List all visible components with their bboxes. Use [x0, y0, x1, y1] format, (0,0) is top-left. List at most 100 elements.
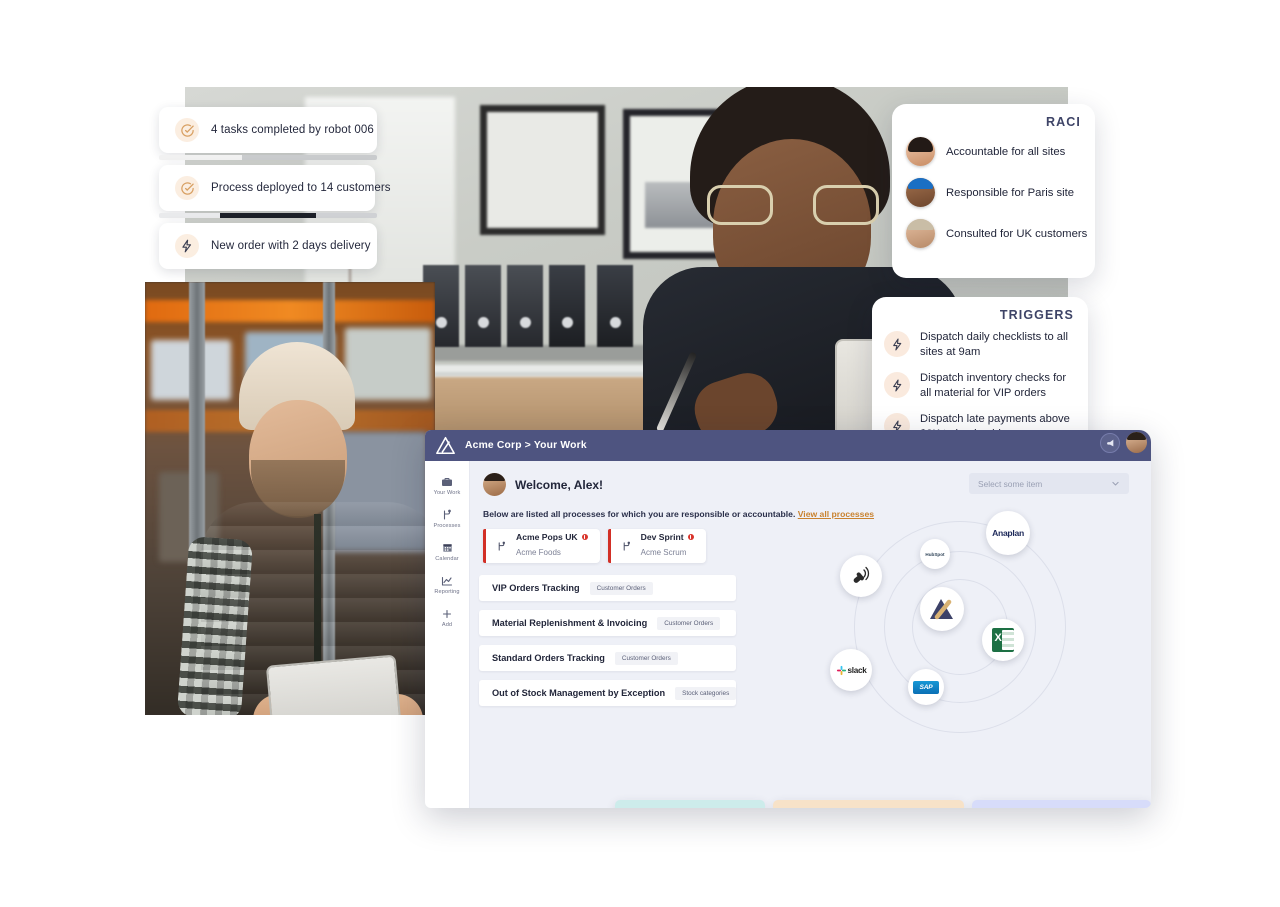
raci-card: RACI Accountable for all sites Responsib… — [892, 104, 1095, 278]
chevron-down-icon — [1111, 475, 1120, 493]
screenshot-root: 4 tasks completed by robot 006 Process d… — [0, 0, 1280, 907]
avatar — [906, 178, 935, 207]
microphone-icon-node[interactable] — [840, 555, 882, 597]
sidebar-label: Reporting — [434, 589, 460, 595]
excel-label: X — [994, 632, 1002, 644]
sidebar-label: Calendar — [435, 556, 459, 562]
lightning-icon — [884, 372, 910, 398]
process-tag: Customer Orders — [657, 616, 721, 630]
calendar-icon — [441, 541, 454, 554]
select-placeholder: Select some item — [978, 478, 1043, 489]
breadcrumb[interactable]: Acme Corp > Your Work — [465, 440, 587, 451]
notification-text: Process deployed to 14 customers — [211, 182, 391, 194]
process-tag: Customer Orders — [614, 651, 678, 665]
notification-chip[interactable]: Process deployed to 14 customers — [159, 165, 391, 211]
trigger-text: Dispatch daily checklists to all sites a… — [920, 331, 1068, 358]
anaplan-logo-node[interactable]: Anaplan — [986, 511, 1030, 555]
raci-title: RACI — [1046, 115, 1081, 129]
stat-process-streams[interactable]: 12 Process Streams — [971, 800, 1151, 808]
hubspot-label: HubSpot — [925, 551, 945, 557]
process-pill[interactable]: Acme Pops UK Acme Foods — [483, 529, 600, 563]
raci-item-label: Accountable for all sites — [946, 145, 1066, 158]
raci-item-label: Consulted for UK customers — [946, 227, 1088, 240]
process-name: Standard Orders Tracking — [492, 653, 605, 663]
raci-item[interactable]: Consulted for UK customers — [906, 219, 1087, 248]
slack-label: slack — [847, 665, 867, 675]
description-text: Below are listed all processes for which… — [483, 509, 796, 519]
process-pill-title: Dev Sprint — [640, 532, 684, 542]
notification-chip-list: 4 tasks completed by robot 006 Process d… — [159, 107, 391, 276]
list-item[interactable]: Material Replenishment & Invoicing Custo… — [479, 610, 736, 636]
list-item[interactable]: VIP Orders Tracking Customer Orders — [479, 575, 736, 601]
stats-bar: 67 Active Users 206 Active Processes 12 … — [615, 800, 1151, 808]
sidebar-item-processes[interactable]: Processes — [425, 503, 469, 536]
sidebar-item-your-work[interactable]: Your Work — [425, 470, 469, 503]
sidebar-item-add[interactable]: Add — [425, 602, 469, 635]
list-item[interactable]: Out of Stock Management by Exception Sto… — [479, 680, 737, 706]
user-avatar[interactable] — [1126, 432, 1147, 453]
sidebar-label: Add — [441, 622, 453, 628]
slack-logo-node[interactable]: slack — [830, 649, 872, 691]
acme-logo-node[interactable] — [920, 587, 964, 631]
excel-icon: X — [992, 628, 1014, 652]
sap-logo-node[interactable]: SAP — [908, 669, 944, 705]
sap-label: SAP — [913, 680, 939, 694]
process-branch-icon — [441, 508, 454, 521]
item-select[interactable]: Select some item — [969, 473, 1129, 494]
anaplan-label: Anaplan — [992, 528, 1024, 538]
avatar — [906, 137, 935, 166]
sidebar-label: Your Work — [433, 490, 461, 496]
raci-item[interactable]: Accountable for all sites — [906, 137, 1087, 166]
megaphone-icon[interactable] — [1100, 432, 1120, 453]
acme-triangle-logo[interactable] — [425, 436, 465, 455]
plus-icon — [441, 607, 454, 620]
avatar — [906, 219, 935, 248]
lightning-icon — [884, 331, 910, 357]
sidebar: Your Work Processes Calendar Reporting A… — [425, 461, 470, 808]
warehouse-photo — [145, 282, 435, 715]
raci-item-label: Responsible for Paris site — [946, 186, 1075, 199]
alert-dot-icon — [581, 534, 588, 540]
sidebar-label: Processes — [433, 523, 461, 529]
process-pill-subtitle: Acme Foods — [516, 548, 561, 557]
triggers-title: TRIGGERS — [999, 308, 1074, 322]
process-pill-subtitle: Acme Scrum — [640, 548, 687, 557]
list-item[interactable]: Standard Orders Tracking Customer Orders — [479, 645, 736, 671]
process-pill-title: Acme Pops UK — [516, 532, 578, 542]
sidebar-item-reporting[interactable]: Reporting — [425, 569, 469, 602]
integrations-wheel: Anaplan HubSpot slack SAP X — [830, 509, 1080, 745]
excel-logo-node[interactable]: X — [982, 619, 1024, 661]
trigger-item[interactable]: Dispatch inventory checks for all materi… — [884, 371, 1078, 401]
avatar[interactable] — [483, 473, 506, 496]
app-window: Acme Corp > Your Work Your Work Processe… — [425, 430, 1151, 808]
stat-active-processes[interactable]: 206 Active Processes — [772, 800, 964, 808]
welcome-message: Welcome, Alex! — [515, 477, 604, 492]
lightning-icon — [175, 234, 199, 258]
alert-dot-icon — [687, 534, 694, 540]
raci-item[interactable]: Responsible for Paris site — [906, 178, 1087, 207]
process-pill[interactable]: Dev Sprint Acme Scrum — [607, 529, 706, 563]
main-content: Welcome, Alex! Below are listed all proc… — [470, 461, 1151, 808]
process-name: Out of Stock Management by Exception — [492, 688, 666, 698]
notification-text: New order with 2 days delivery — [211, 240, 371, 252]
process-branch-icon — [495, 540, 508, 553]
notification-text: 4 tasks completed by robot 006 — [211, 124, 374, 136]
check-circle-icon — [175, 176, 199, 200]
trigger-text: Dispatch inventory checks for all materi… — [920, 372, 1067, 399]
process-tag: Stock categories — [675, 686, 737, 700]
trigger-item[interactable]: Dispatch daily checklists to all sites a… — [884, 330, 1078, 360]
chart-icon — [441, 574, 454, 587]
hubspot-logo-node[interactable]: HubSpot — [920, 539, 950, 569]
check-circle-icon — [175, 118, 199, 142]
progress-divider — [159, 213, 377, 218]
app-header: Acme Corp > Your Work — [425, 430, 1151, 461]
process-tag: Customer Orders — [589, 581, 653, 595]
process-name: Material Replenishment & Invoicing — [492, 618, 648, 628]
stat-active-users[interactable]: 67 Active Users — [615, 800, 765, 808]
notification-chip[interactable]: New order with 2 days delivery — [159, 223, 377, 269]
process-branch-icon — [620, 540, 633, 553]
progress-divider — [159, 155, 377, 160]
briefcase-icon — [441, 475, 454, 488]
notification-chip[interactable]: 4 tasks completed by robot 006 — [159, 107, 377, 153]
sidebar-item-calendar[interactable]: Calendar — [425, 536, 469, 569]
